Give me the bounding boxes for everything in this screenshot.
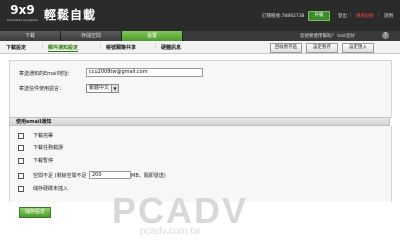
tab-storage[interactable]: 存儲空間: [61, 31, 122, 41]
checkbox-low-space[interactable]: [18, 173, 24, 179]
checkbox-drive-missing[interactable]: [18, 186, 24, 192]
language-value: 繁體中文: [89, 85, 110, 91]
greeting-text: 您想要使用幫助？ test您好: [300, 34, 356, 39]
option-label: 儲存硬碟未插入: [33, 186, 69, 192]
account-info: 訂閱帳號:78882738: [262, 14, 305, 19]
app-logo[interactable]: 9x9 Download Anywhere: [6, 3, 39, 26]
email-field[interactable]: ccu2008tw@gmail.com: [86, 68, 203, 77]
checkbox-download-error[interactable]: [18, 145, 24, 151]
language-select[interactable]: 繁體中文 ▼: [86, 84, 119, 93]
tab-download[interactable]: 下載: [0, 31, 61, 41]
subnav-download-settings[interactable]: 下載設定: [6, 44, 26, 51]
option-suffix: MB，隨即發送): [131, 173, 166, 179]
logo-mark: 9x9: [10, 3, 35, 17]
language-label: 寄送信件使用語言：: [19, 86, 65, 92]
watermark-sub: pcadv.com.tw: [140, 226, 201, 237]
app-title: 輕鬆自載: [44, 8, 97, 22]
tab-settings[interactable]: 設置: [122, 31, 183, 41]
option-label: 下載任務錯誤: [33, 145, 64, 151]
checkbox-download-paused[interactable]: [18, 158, 24, 164]
logo-subtitle: Download Anywhere: [7, 18, 38, 22]
option-label: 下載完畢: [33, 133, 54, 139]
checkbox-download-complete[interactable]: [18, 133, 24, 139]
subnav-email-settings[interactable]: 郵件通知設定: [48, 44, 79, 52]
option-label: 下載暫停: [33, 158, 54, 164]
space-threshold-input[interactable]: 200: [89, 171, 131, 179]
chevron-down-icon: ▼: [111, 85, 118, 92]
option-label: 空間不足 (剩餘空間不足: [33, 173, 87, 179]
notify-section-header: 使用email通知: [9, 117, 390, 126]
logout-link[interactable]: 登出: [338, 13, 347, 19]
separator: |: [350, 13, 352, 18]
separator: |: [378, 13, 380, 18]
subnav-account-sharing[interactable]: 帳號關聯共享: [106, 44, 136, 51]
recycle-button[interactable]: 回收暫存區: [270, 43, 302, 53]
save-settings-button[interactable]: 儲存設定: [19, 207, 51, 218]
temp-setting-button[interactable]: 設定暫存: [306, 43, 338, 53]
email-label: 寄送通知的Email地址:: [19, 71, 70, 77]
upgrade-button[interactable]: 升級: [308, 11, 330, 21]
import-setting-button[interactable]: 設定匯入: [342, 43, 374, 53]
buy-points-link[interactable]: 購買點數: [356, 13, 374, 19]
help-icon[interactable]: ?: [382, 32, 389, 39]
separator: |: [42, 44, 44, 49]
separator: |: [100, 44, 102, 49]
help-link[interactable]: 說明: [384, 13, 393, 19]
separator: |: [155, 44, 157, 49]
subnav-hardware-info[interactable]: 硬體訊息: [161, 44, 181, 51]
